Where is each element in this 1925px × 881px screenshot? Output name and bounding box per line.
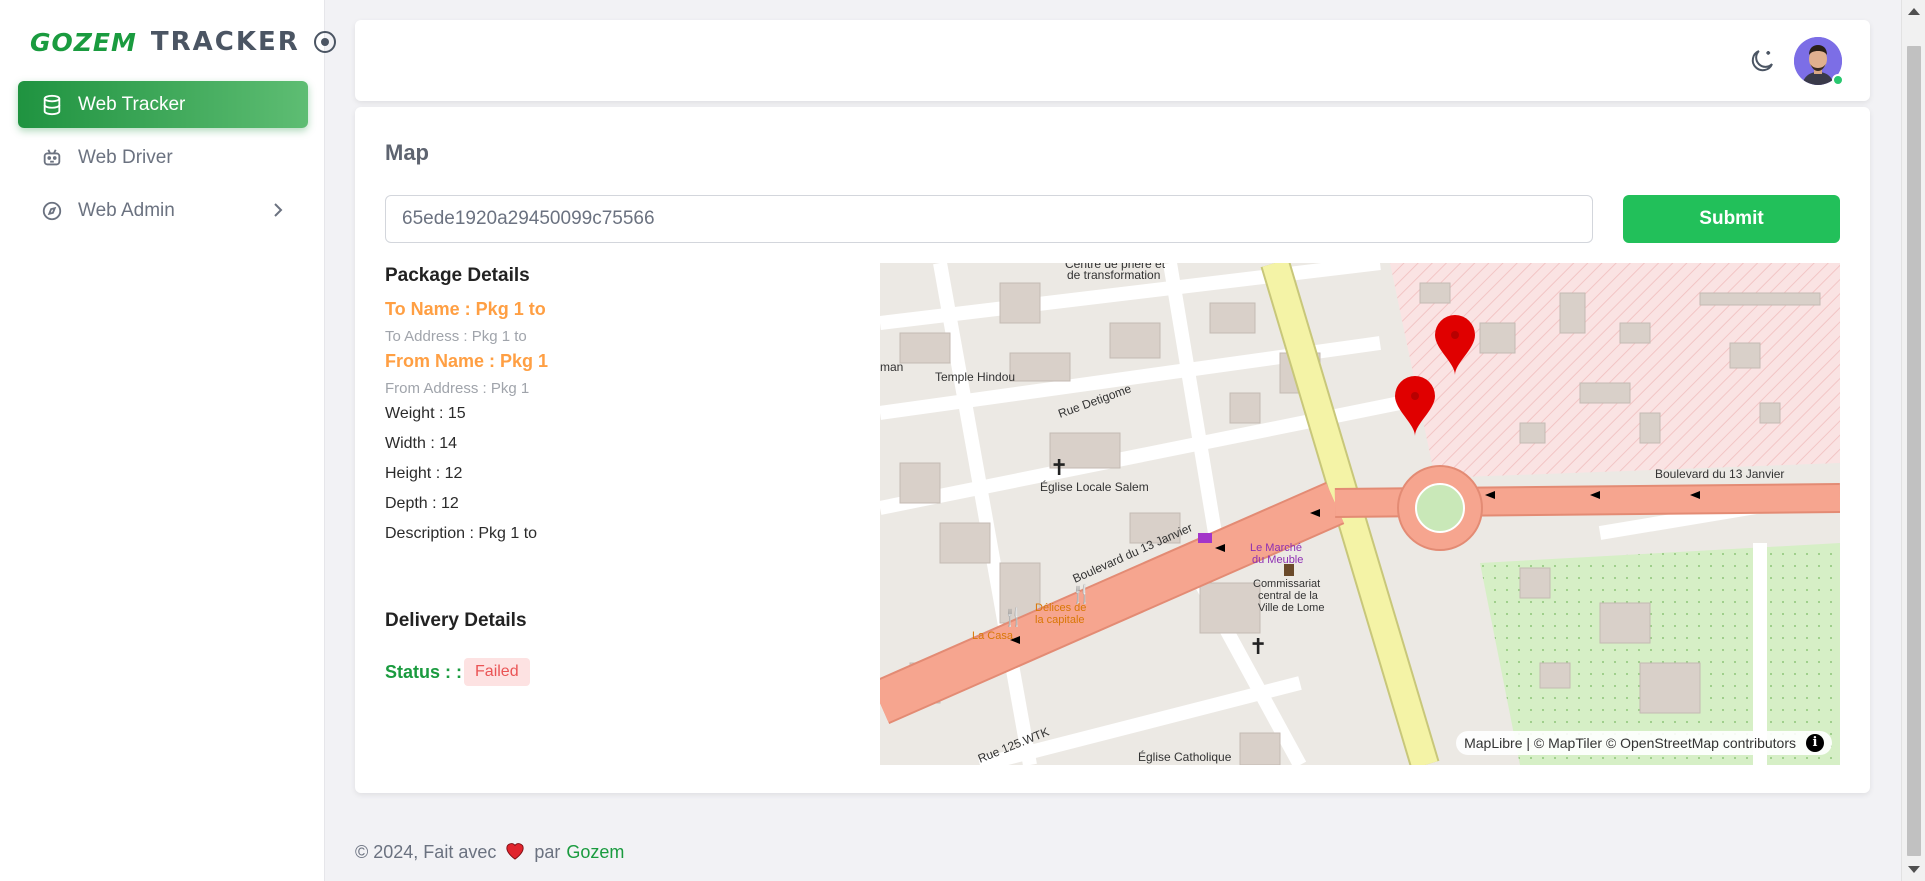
page-scrollbar[interactable]	[1901, 0, 1925, 881]
sidebar-item-web-admin[interactable]: Web Admin	[18, 187, 308, 234]
online-status-dot	[1832, 74, 1844, 86]
brand-name: GOZEM	[30, 27, 137, 57]
sidebar: GOZEM TRACKER Web Tracker Web Driver Web…	[0, 0, 336, 881]
footer-gozem-link[interactable]: Gozem	[566, 842, 624, 863]
to-name: To Name : Pkg 1 to	[385, 299, 546, 319]
map-label: Église Catholique	[1138, 749, 1232, 764]
delivery-details-title: Delivery Details	[385, 610, 527, 631]
brand-product: TRACKER	[150, 27, 300, 57]
height: Height : 12	[385, 465, 463, 482]
page-title: Map	[385, 140, 429, 165]
restaurant-icon: 🍴	[1002, 606, 1024, 628]
map-label: Le Marché	[1250, 542, 1302, 554]
status-row: Status : : Failed	[385, 658, 530, 686]
map-label: Ville de Lome	[1258, 602, 1324, 614]
database-icon	[40, 93, 64, 117]
map-attribution: MapLibre | © MapTiler © OpenStreetMap co…	[1456, 731, 1832, 755]
map-label: man	[880, 360, 903, 374]
weight: Weight : 15	[385, 405, 466, 422]
sidebar-item-label: Web Admin	[78, 199, 175, 221]
map-label: Délices de	[1035, 602, 1086, 614]
sidebar-item-label: Web Driver	[78, 146, 173, 168]
attribution-text: MapLibre | © MapTiler © OpenStreetMap co…	[1464, 735, 1796, 751]
tracking-id-input[interactable]	[385, 195, 1593, 243]
map-label: La Casa	[972, 630, 1014, 642]
sidebar-toggle-icon[interactable]	[313, 31, 336, 53]
map-label: du Meuble	[1252, 554, 1303, 566]
map-label: central de la	[1258, 590, 1319, 602]
depth: Depth : 12	[385, 495, 459, 512]
chevron-right-icon	[272, 200, 284, 226]
sidebar-item-web-driver[interactable]: Web Driver	[18, 134, 308, 181]
submit-button[interactable]: Submit	[1623, 195, 1840, 243]
map-label: Église Locale Salem	[1040, 479, 1149, 494]
sidebar-item-web-tracker[interactable]: Web Tracker	[18, 81, 308, 128]
robot-icon	[40, 146, 64, 170]
church-icon: ✝	[1249, 635, 1267, 660]
description: Description : Pkg 1 to	[385, 525, 538, 542]
footer-by: par	[534, 842, 561, 862]
status-badge: Failed	[464, 658, 530, 686]
tracker-card: Map Submit Package Details To Name : Pkg…	[355, 107, 1870, 793]
top-header	[355, 20, 1870, 101]
width: Width : 14	[385, 435, 458, 452]
map-label: Commissariat	[1253, 578, 1320, 590]
brand-logo[interactable]: GOZEM TRACKER	[30, 24, 336, 60]
map-view[interactable]: ✝ ✝ 🍴 🍴 Centre de prière et de transform…	[880, 263, 1840, 765]
compass-icon	[40, 199, 64, 223]
shop-icon	[1198, 533, 1212, 543]
from-name: From Name : Pkg 1	[385, 351, 549, 371]
footer-text: © 2024, Fait avec	[355, 842, 497, 862]
map-label: Temple Hindou	[935, 370, 1015, 384]
heart-icon	[504, 840, 526, 865]
package-details-title: Package Details	[385, 265, 530, 286]
info-icon[interactable]: i	[1806, 734, 1824, 752]
map-label: la capitale	[1035, 614, 1085, 626]
scroll-down-icon[interactable]	[1908, 866, 1920, 873]
scroll-up-icon[interactable]	[1908, 8, 1920, 15]
sidebar-item-label: Web Tracker	[78, 93, 186, 115]
from-address: From Address : Pkg 1	[385, 380, 530, 397]
status-label: Status : :	[385, 661, 463, 682]
scroll-thumb[interactable]	[1907, 46, 1921, 856]
map-label: de transformation	[1067, 268, 1160, 282]
footer: © 2024, Fait avec par Gozem	[355, 840, 624, 865]
map-canvas[interactable]: ✝ ✝ 🍴 🍴 Centre de prière et de transform…	[880, 263, 1840, 765]
moon-icon[interactable]	[1747, 46, 1777, 81]
church-icon: ✝	[1050, 456, 1068, 481]
map-label: Boulevard du 13 Janvier	[1655, 467, 1784, 481]
to-address: To Address : Pkg 1 to	[385, 328, 527, 345]
